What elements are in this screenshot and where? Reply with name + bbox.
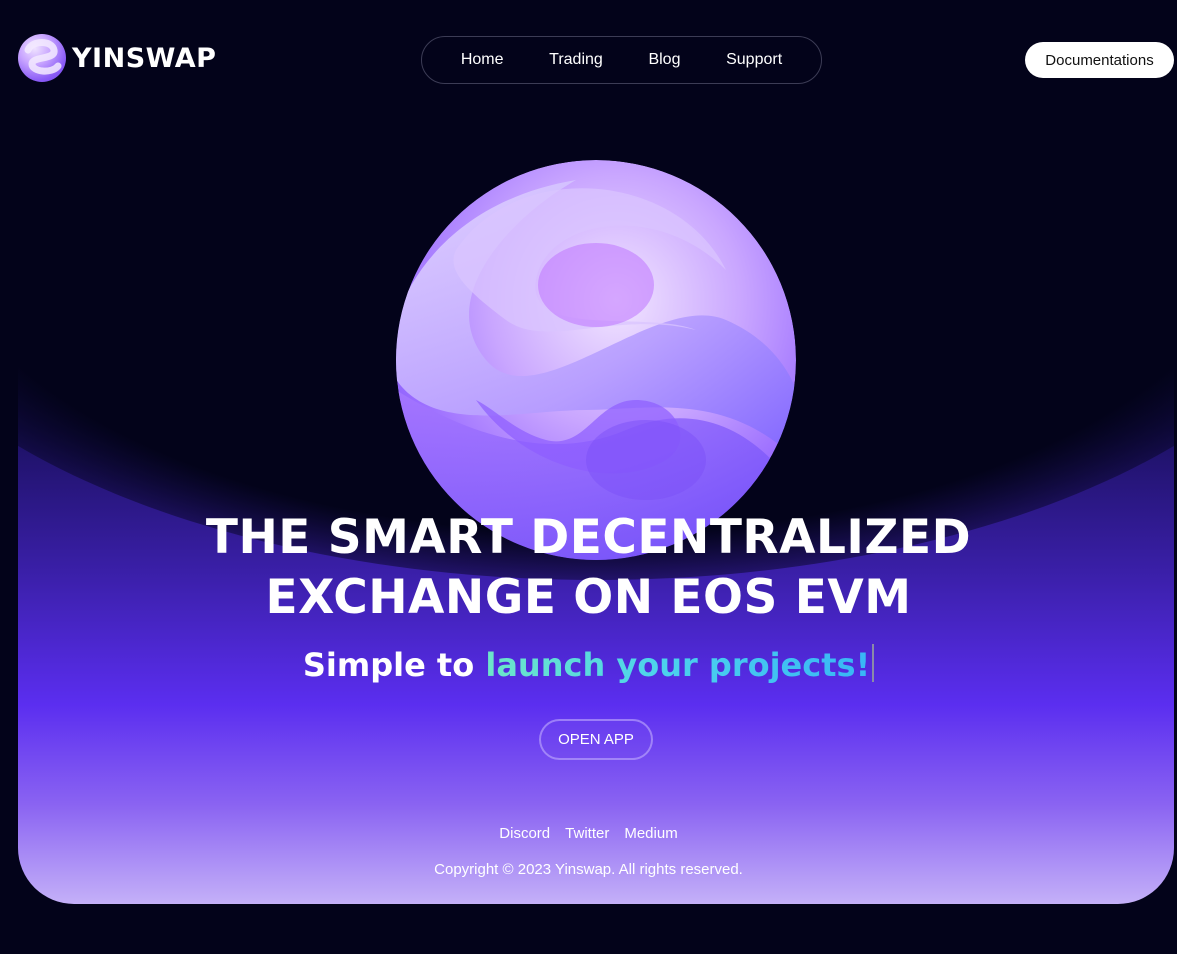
nav-item-support[interactable]: Support [726, 51, 782, 69]
headline-line-2: EXCHANGE ON EOS EVM [265, 570, 912, 625]
twitter-link[interactable]: Twitter [565, 825, 609, 842]
logo[interactable]: YINSWAP [18, 34, 216, 82]
subheadline: Simple to launch your projects! [0, 644, 1177, 684]
medium-link[interactable]: Medium [624, 825, 677, 842]
subheadline-plain: Simple to [302, 646, 475, 684]
hero-sphere-graphic [396, 160, 796, 560]
main-nav: Home Trading Blog Support [421, 36, 822, 84]
headline-line-1: THE SMART DECENTRALIZED [205, 510, 972, 565]
nav-item-trading[interactable]: Trading [549, 51, 603, 69]
nav-item-home[interactable]: Home [461, 51, 504, 69]
subheadline-highlight: launch your projects! [485, 646, 871, 684]
logo-text: YINSWAP [72, 42, 217, 74]
nav-item-blog[interactable]: Blog [648, 51, 680, 69]
copyright-text: Copyright © 2023 Yinswap. All rights res… [434, 861, 743, 878]
typing-cursor [872, 644, 875, 682]
page: YINSWAP Home Trading Blog Support Docume… [0, 0, 1177, 954]
documentations-button[interactable]: Documentations [1025, 42, 1174, 78]
social-links: Discord Twitter Medium [0, 825, 1177, 842]
yinswap-logo-icon [18, 34, 66, 82]
open-app-button[interactable]: OPEN APP [539, 719, 653, 760]
discord-link[interactable]: Discord [499, 825, 550, 842]
